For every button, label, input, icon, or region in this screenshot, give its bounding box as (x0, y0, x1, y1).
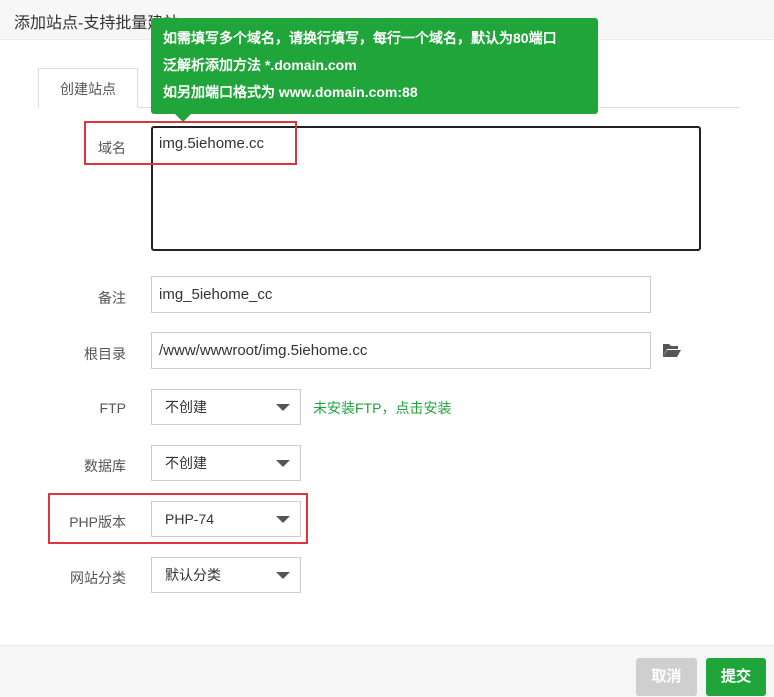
database-select[interactable]: 不创建 (151, 445, 301, 481)
database-label: 数据库 (84, 458, 126, 474)
tooltip-line: 如需填写多个域名，请换行填写，每行一个域名，默认为80端口 (163, 30, 557, 46)
category-select[interactable]: 默认分类 (151, 557, 301, 593)
root-dir-label: 根目录 (84, 346, 126, 362)
php-highlight-box (48, 493, 308, 544)
ftp-label: FTP (99, 400, 126, 416)
domain-help-tooltip: 如需填写多个域名，请换行填写，每行一个域名，默认为80端口 泛解析添加方法 *.… (151, 18, 598, 114)
tab-create-site[interactable]: 创建站点 (38, 68, 138, 108)
ftp-select-value: 不创建 (165, 399, 207, 415)
tooltip-line: 如另加端口格式为 www.domain.com:88 (163, 84, 418, 100)
chevron-down-icon (276, 460, 290, 467)
tooltip-line: 泛解析添加方法 *.domain.com (163, 57, 357, 73)
chevron-down-icon (276, 572, 290, 579)
root-dir-input[interactable]: /www/wwwroot/img.5iehome.cc (151, 332, 651, 369)
domain-highlight-box (84, 121, 297, 165)
category-select-value: 默认分类 (165, 567, 221, 583)
category-label: 网站分类 (70, 570, 126, 586)
remark-label: 备注 (98, 290, 126, 306)
ftp-select[interactable]: 不创建 (151, 389, 301, 425)
remark-input[interactable]: img_5iehome_cc (151, 276, 651, 313)
cancel-button[interactable]: 取消 (636, 658, 697, 696)
ftp-install-link[interactable]: 未安装FTP，点击安装 (313, 398, 451, 418)
folder-open-icon[interactable] (662, 341, 682, 359)
submit-button[interactable]: 提交 (706, 658, 766, 696)
chevron-down-icon (276, 404, 290, 411)
database-select-value: 不创建 (165, 455, 207, 471)
dialog-footer: 取消 提交 (0, 645, 774, 697)
